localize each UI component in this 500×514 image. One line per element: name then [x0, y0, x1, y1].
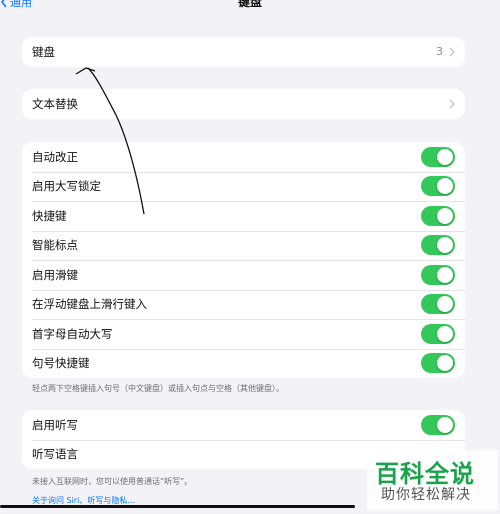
- toggle-row-floating-slide: 在浮动键盘上滑行键入: [22, 289, 465, 320]
- toggle-label: 启用滑键: [32, 267, 78, 282]
- keyboards-group: 键盘 3: [22, 37, 465, 67]
- home-indicator: [0, 505, 355, 508]
- toggle-label: 启用大写锁定: [32, 179, 101, 194]
- toggle-label: 智能标点: [32, 238, 78, 253]
- toggle-row-smart-punctuation: 智能标点: [22, 230, 465, 261]
- keyboard-options-group: 自动改正 启用大写锁定 快捷键 智能标点 启用滑键 在浮动键盘上滑行键入 首字母…: [22, 142, 465, 378]
- dictation-language-label: 听写语言: [32, 447, 78, 462]
- keyboards-count: 3: [436, 45, 443, 59]
- chevron-right-icon: [449, 47, 455, 57]
- dictation-toggle[interactable]: [421, 414, 455, 435]
- navigation-bar: 通用 键盘: [0, 0, 500, 10]
- toggle-row-period-shortcut: 句号快捷键: [22, 348, 465, 379]
- toggle-label: 快捷键: [32, 208, 67, 223]
- text-replacement-row[interactable]: 文本替换: [22, 89, 465, 119]
- slide-keys-toggle[interactable]: [421, 264, 455, 285]
- smart-punctuation-toggle[interactable]: [421, 235, 455, 256]
- chevron-right-icon: [449, 99, 455, 109]
- floating-slide-toggle[interactable]: [421, 294, 455, 315]
- toggle-label: 首字母自动大写: [32, 326, 113, 341]
- text-replacement-label: 文本替换: [32, 96, 78, 111]
- toggle-row-shortcuts: 快捷键: [22, 201, 465, 231]
- watermark-subtitle: 助你轻松解决: [381, 487, 471, 503]
- dictation-enable-label: 启用听写: [32, 417, 78, 432]
- toggle-label: 自动改正: [32, 149, 78, 164]
- toggle-row-auto-correct: 自动改正: [22, 142, 465, 172]
- toggles-footnote: 轻点两下空格键插入句号（中文键盘）或插入句点与空格（其他键盘）。: [32, 384, 284, 393]
- caps-lock-toggle[interactable]: [421, 176, 455, 197]
- toggle-row-auto-capitalize: 首字母自动大写: [22, 319, 465, 349]
- auto-correct-toggle[interactable]: [421, 146, 455, 167]
- shortcuts-toggle[interactable]: [421, 205, 455, 226]
- text-replacement-group: 文本替换: [22, 89, 465, 119]
- auto-capitalize-toggle[interactable]: [421, 323, 455, 344]
- period-shortcut-toggle[interactable]: [421, 353, 455, 374]
- toggle-row-caps-lock: 启用大写锁定: [22, 171, 465, 202]
- toggle-label: 在浮动键盘上滑行键入: [32, 297, 147, 312]
- watermark: 百科全说 助你轻松解决: [367, 450, 498, 510]
- page-title: 键盘: [237, 0, 262, 9]
- toggle-row-slide-keys: 启用滑键: [22, 260, 465, 290]
- keyboards-label: 键盘: [32, 44, 55, 59]
- toggle-label: 句号快捷键: [32, 356, 90, 371]
- dictation-enable-row: 启用听写: [22, 410, 465, 440]
- keyboards-row[interactable]: 键盘 3: [22, 37, 465, 67]
